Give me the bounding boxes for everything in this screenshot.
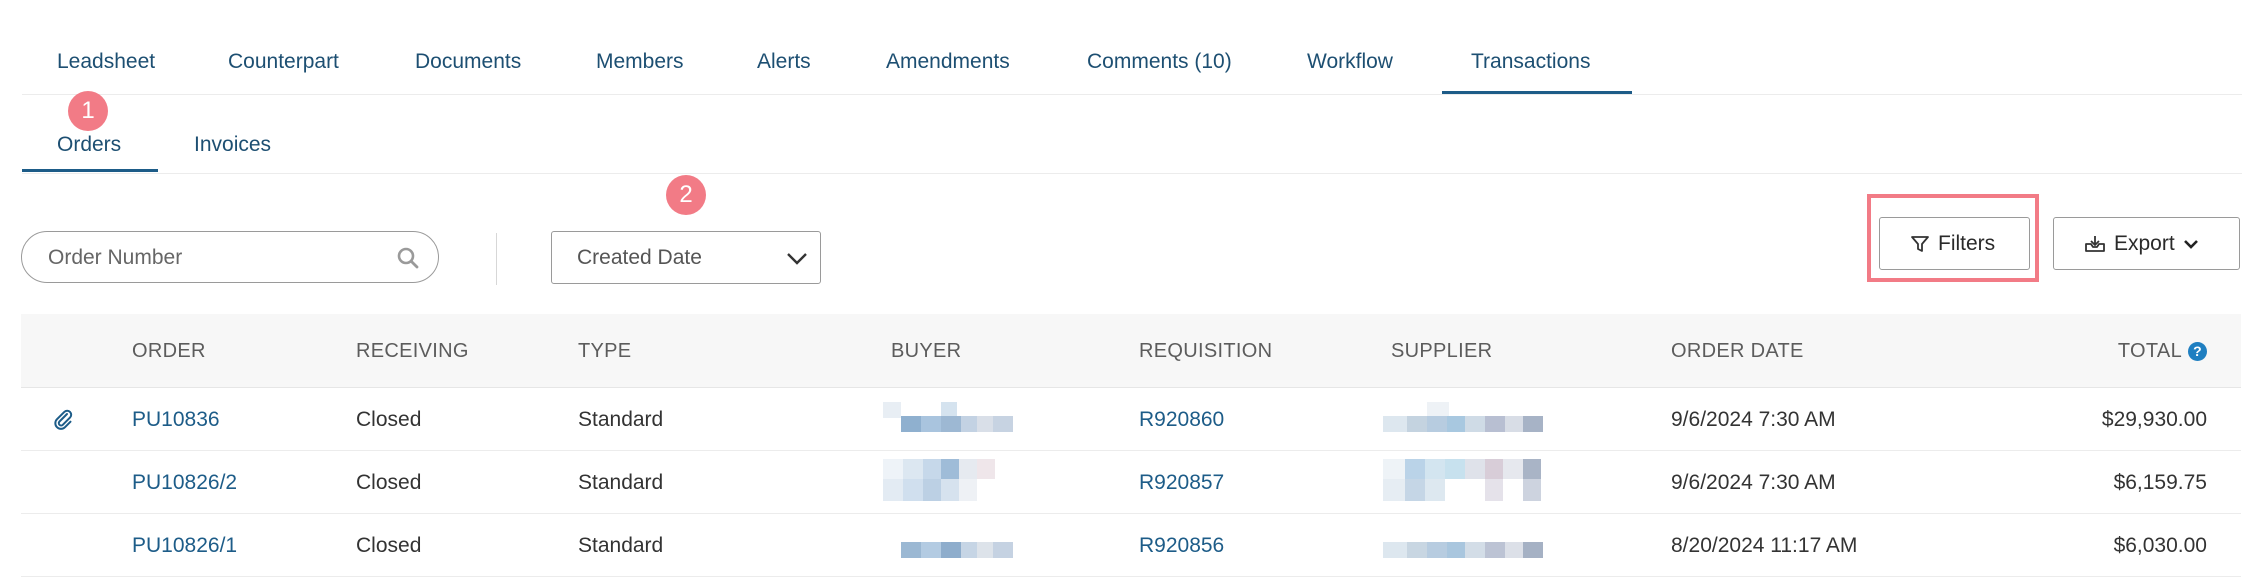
column-header-order-date[interactable]: ORDER DATE (1671, 340, 1804, 363)
tab-members[interactable]: Members (596, 50, 684, 74)
column-header-total-label: TOTAL (2117, 340, 2182, 362)
column-header-order[interactable]: ORDER (132, 340, 206, 363)
active-tab-indicator (1442, 91, 1632, 94)
tab-alerts[interactable]: Alerts (757, 50, 811, 74)
tab-counterpart[interactable]: Counterpart (228, 50, 339, 74)
created-date-select[interactable]: Created Date (551, 231, 821, 284)
export-button[interactable]: Export (2053, 217, 2240, 270)
tab-workflow[interactable]: Workflow (1307, 50, 1393, 74)
requisition-link[interactable]: R920860 (1139, 408, 1224, 432)
order-total: $6,159.75 (2113, 471, 2207, 494)
toolbar-divider (496, 233, 497, 285)
supplier-redacted (1383, 524, 1553, 568)
paperclip-icon[interactable] (51, 407, 75, 437)
order-type: Standard (578, 471, 664, 494)
order-link[interactable]: PU10826/2 (132, 471, 237, 495)
supplier-redacted (1383, 398, 1553, 442)
annotation-badge-2: 2 (666, 175, 706, 215)
filters-button[interactable]: Filters (1879, 217, 2030, 270)
tab-amendments[interactable]: Amendments (886, 50, 1010, 74)
order-total: $6,030.00 (2113, 534, 2207, 557)
created-date-select-value: Created Date (577, 246, 702, 269)
export-button-label: Export (2114, 232, 2175, 255)
table-row[interactable]: PU10826/1 Closed Standard R920856 8/20/2… (21, 514, 2241, 577)
main-tab-bar: Leadsheet Counterpart Documents Members … (22, 0, 2242, 95)
chevron-down-icon (2183, 240, 2198, 249)
column-header-requisition[interactable]: REQUISITION (1139, 340, 1272, 363)
table-header: ORDER RECEIVING TYPE BUYER REQUISITION S… (21, 314, 2241, 388)
receiving-status: Closed (356, 471, 422, 494)
tab-leadsheet[interactable]: Leadsheet (57, 50, 155, 74)
order-total: $29,930.00 (2101, 408, 2207, 431)
order-date: 9/6/2024 7:30 AM (1671, 471, 1836, 494)
requisition-link[interactable]: R920856 (1139, 534, 1224, 558)
order-number-input[interactable] (46, 244, 380, 272)
download-tray-icon (2085, 236, 2105, 252)
table-row[interactable]: PU10836 Closed Standard R920860 9/6/2024… (21, 388, 2241, 451)
table-row[interactable]: PU10826/2 Closed Standard R920857 9/6/20… (21, 451, 2241, 514)
receiving-status: Closed (356, 534, 422, 557)
column-header-supplier[interactable]: SUPPLIER (1391, 340, 1492, 363)
requisition-link[interactable]: R920857 (1139, 471, 1224, 495)
order-type: Standard (578, 534, 664, 557)
help-icon[interactable]: ? (2188, 342, 2207, 361)
order-type: Standard (578, 408, 664, 431)
order-link[interactable]: PU10826/1 (132, 534, 237, 558)
buyer-redacted (883, 398, 1023, 442)
tab-comments[interactable]: Comments (10) (1087, 50, 1232, 74)
column-header-receiving[interactable]: RECEIVING (356, 340, 469, 363)
sub-tab-bar: Orders Invoices (22, 95, 2242, 174)
filters-button-label: Filters (1938, 232, 1996, 255)
order-date: 9/6/2024 7:30 AM (1671, 408, 1836, 431)
column-header-type[interactable]: TYPE (578, 340, 631, 363)
subtab-invoices[interactable]: Invoices (194, 133, 271, 157)
order-number-search (21, 231, 439, 283)
search-icon[interactable] (396, 246, 420, 275)
tab-documents[interactable]: Documents (415, 50, 521, 74)
buyer-redacted (883, 524, 1023, 568)
order-date: 8/20/2024 11:17 AM (1671, 534, 1858, 557)
receiving-status: Closed (356, 408, 422, 431)
tab-transactions[interactable]: Transactions (1471, 50, 1590, 74)
supplier-redacted (1383, 451, 1553, 513)
buyer-redacted (883, 451, 1023, 513)
chevron-down-icon (786, 250, 808, 271)
subtab-orders[interactable]: Orders (57, 133, 121, 157)
active-subtab-indicator (22, 169, 158, 172)
order-link[interactable]: PU10836 (132, 408, 220, 432)
funnel-icon (1911, 236, 1929, 252)
column-header-buyer[interactable]: BUYER (891, 340, 961, 363)
column-header-total[interactable]: TOTAL? (2118, 340, 2207, 363)
